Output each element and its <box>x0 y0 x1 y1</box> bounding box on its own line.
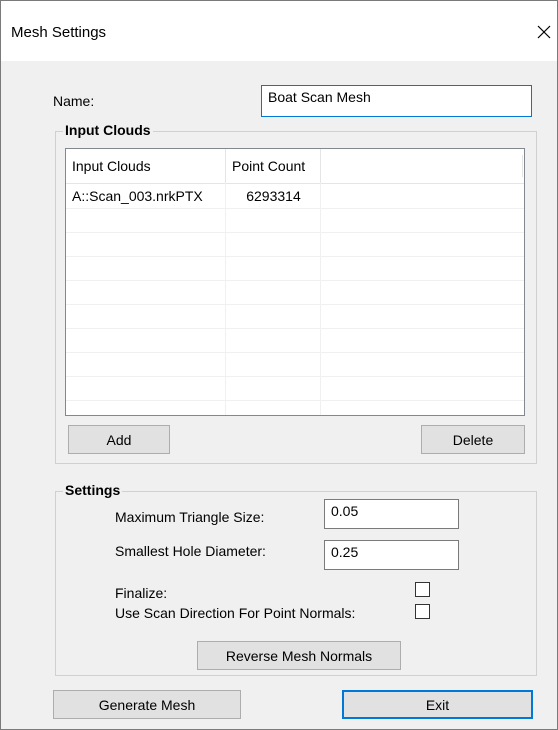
cell-cloud-name: A::Scan_003.nrkPTX <box>72 188 203 204</box>
empty-row <box>66 232 524 257</box>
name-label: Name: <box>53 93 95 109</box>
column-header-input-clouds[interactable]: Input Clouds <box>66 149 226 183</box>
max-triangle-size-label: Maximum Triangle Size: <box>115 509 265 525</box>
mesh-settings-dialog: Mesh Settings Name: Boat Scan Mesh Input… <box>0 0 558 730</box>
empty-row <box>66 208 524 233</box>
empty-row <box>66 304 524 329</box>
empty-row <box>66 376 524 401</box>
delete-button[interactable]: Delete <box>421 425 525 454</box>
scan-direction-label: Use Scan Direction For Point Normals: <box>115 605 356 621</box>
window-title: Mesh Settings <box>11 24 107 41</box>
add-button[interactable]: Add <box>68 425 170 454</box>
close-icon <box>537 25 551 39</box>
scan-direction-checkbox[interactable] <box>415 604 430 619</box>
empty-row <box>66 328 524 353</box>
column-header-point-count[interactable]: Point Count <box>226 149 321 183</box>
max-triangle-size-input[interactable]: 0.05 <box>324 499 459 529</box>
title-bar: Mesh Settings <box>1 1 557 61</box>
smallest-hole-diameter-input[interactable]: 0.25 <box>324 540 459 570</box>
max-triangle-size-value: 0.05 <box>331 503 359 519</box>
cell-point-count: 6293314 <box>246 188 301 204</box>
finalize-label: Finalize: <box>115 585 168 601</box>
name-input-value: Boat Scan Mesh <box>268 89 371 105</box>
close-button[interactable] <box>531 17 557 47</box>
exit-button[interactable]: Exit <box>342 690 533 719</box>
empty-row <box>66 256 524 281</box>
empty-row <box>66 280 524 305</box>
finalize-checkbox[interactable] <box>415 582 430 597</box>
empty-row <box>66 400 524 415</box>
column-divider <box>522 155 523 177</box>
input-clouds-list[interactable]: Input Clouds Point Count A::Scan_003.nrk… <box>65 148 525 416</box>
input-clouds-group-title: Input Clouds <box>63 122 153 138</box>
smallest-hole-diameter-label: Smallest Hole Diameter: <box>115 543 266 559</box>
reverse-mesh-normals-button[interactable]: Reverse Mesh Normals <box>197 641 401 670</box>
list-header: Input Clouds Point Count <box>66 149 524 184</box>
settings-group-title: Settings <box>63 482 123 498</box>
smallest-hole-diameter-value: 0.25 <box>331 544 359 560</box>
empty-row <box>66 352 524 377</box>
name-input[interactable]: Boat Scan Mesh <box>261 85 532 117</box>
generate-mesh-button[interactable]: Generate Mesh <box>53 690 241 719</box>
table-row[interactable]: A::Scan_003.nrkPTX 6293314 <box>66 184 524 209</box>
